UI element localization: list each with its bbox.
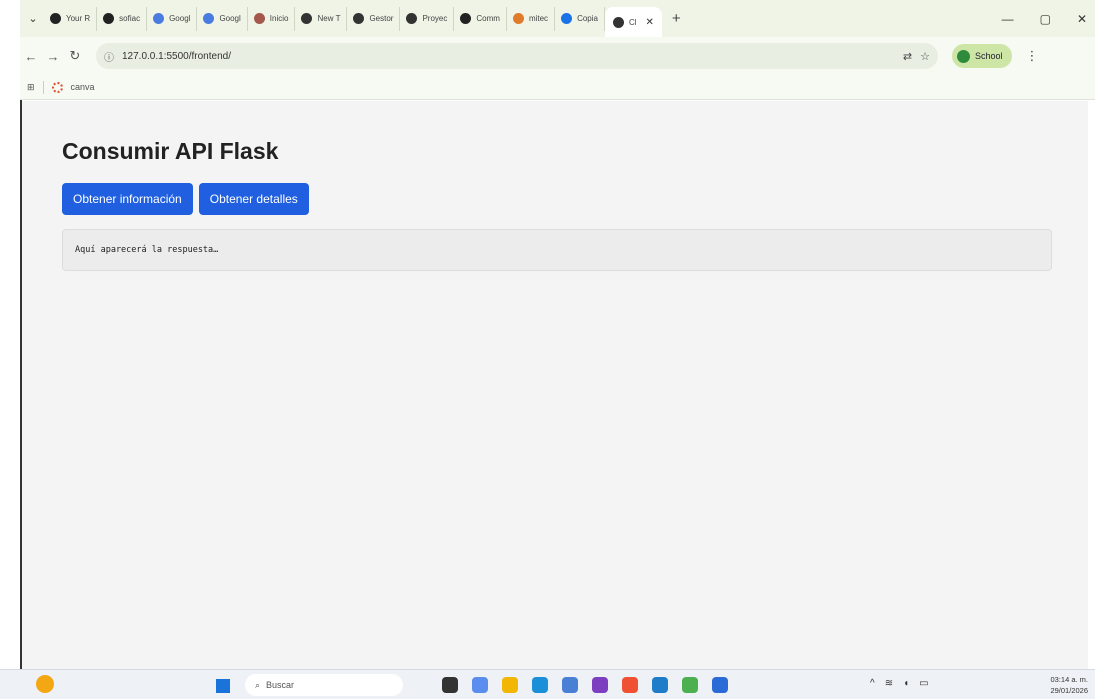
clock[interactable]: 03:14 a. m. 29/01/2026 [1032,674,1088,696]
close-window-icon[interactable]: ✕ [1077,12,1087,26]
back-icon[interactable]: ← [20,49,42,64]
bookmark-star-icon[interactable]: ☆ [920,50,930,63]
site-icon [253,13,265,24]
tab-label: Your R [66,14,91,23]
gemini-icon [203,13,215,24]
wifi-icon[interactable]: ≋ [885,678,893,689]
volume-icon[interactable]: ◖ [903,678,909,689]
tab-label: Cl [628,17,637,27]
vscode-icon[interactable] [652,677,668,693]
tab-10[interactable]: Copia [555,6,605,31]
tab-6[interactable]: Gestor [347,6,401,31]
tab-1[interactable]: sofiac [97,6,148,31]
tab-4[interactable]: Inicio [248,6,296,31]
github-desktop-icon[interactable] [592,677,608,693]
tab-strip: ⌄ Your R sofiac Googl Googl Inicio New T Gesto… [20,0,1095,37]
tab-label: Proyec [422,14,448,23]
tab-label: Gestor [369,14,394,23]
tab-2[interactable]: Googl [147,6,198,31]
divider [42,80,44,94]
address-bar[interactable]: ⓘ 127.0.0.1:5500/frontend/ ⇄ ☆ [96,43,938,69]
tab-label: Comm [476,14,500,23]
edge-icon[interactable] [532,677,548,693]
github-icon [103,13,115,24]
chart-icon [512,13,524,24]
close-tab-icon[interactable]: ✕ [646,17,654,28]
apps-grid-icon[interactable]: ⊞ [27,82,35,93]
tab-5[interactable]: New T [295,6,348,31]
response-box: Aquí aparecerá la respuesta… [62,229,1052,271]
tab-search-icon[interactable]: ⌄ [22,8,44,30]
chatgpt-icon [353,13,365,24]
tab-3[interactable]: Googl [197,6,248,31]
search-icon: ⌕ [255,679,261,690]
battery-icon[interactable]: ▭ [919,678,928,689]
minimize-icon[interactable]: — [1002,12,1014,26]
page-viewport: Consumir API Flask Obtener información O… [22,101,1088,669]
taskbar-search[interactable]: ⌕ Buscar [245,674,403,696]
tab-label: mitec [528,14,549,23]
chrome-icon[interactable] [682,677,698,693]
browser-toolbar: ← → ↻ ⓘ 127.0.0.1:5500/frontend/ ⇄ ☆ Sch… [20,37,1095,75]
start-icon[interactable] [216,679,230,693]
app-icon[interactable] [712,677,728,693]
github-icon [50,13,61,24]
button-row: Obtener información Obtener detalles [62,183,1088,215]
tab-active[interactable]: Cl ✕ [604,7,662,37]
bookmark-canva[interactable]: canva [71,82,95,92]
gemini-icon [153,13,165,24]
avatar [957,49,970,63]
taskbar: ⌕ Buscar ^ ≋ ◖ ▭ 03:14 a. m. 29/01/2026 [0,669,1095,699]
url-text[interactable]: 127.0.0.1:5500/frontend/ [122,51,895,62]
reload-icon[interactable]: ↻ [64,48,86,64]
git-icon[interactable] [622,677,638,693]
tab-9[interactable]: mitec [507,6,556,31]
canva-icon [51,81,63,93]
system-tray: ^ ≋ ◖ ▭ [870,678,929,689]
tab-7[interactable]: Proyec [400,6,455,31]
folder-icon[interactable] [502,677,518,693]
response-text: Aquí aparecerá la respuesta… [75,245,219,255]
get-details-button[interactable]: Obtener detalles [198,183,309,215]
window-controls: — ▢ ✕ [1002,0,1087,37]
github-icon [460,13,472,24]
tab-label: sofiac [119,14,141,23]
page-title: Consumir API Flask [62,138,279,164]
globe-icon [406,13,418,24]
chatgpt-icon [301,13,313,24]
file-explorer-icon[interactable] [442,677,458,693]
get-info-button[interactable]: Obtener información [62,183,193,215]
translate-icon[interactable]: ⇄ [903,50,912,63]
bookmarks-bar: ⊞ canva [20,75,1095,100]
search-placeholder: Buscar [266,680,295,690]
profile-button[interactable]: School [952,44,1012,68]
forward-icon[interactable]: → [42,49,64,64]
weather-icon[interactable] [36,675,54,693]
chevron-up-icon[interactable]: ^ [870,678,875,689]
chatgpt-icon [612,16,624,28]
tab-label: Copia [577,14,598,23]
copilot-icon[interactable] [472,677,488,693]
profile-label: School [975,51,1003,61]
tab-8[interactable]: Comm [454,6,507,31]
clock-date: 29/01/2026 [1050,686,1088,695]
clock-time: 03:14 a. m. [1050,675,1088,684]
left-edge [0,0,20,699]
colab-icon [561,13,573,24]
teams-icon[interactable] [562,677,578,693]
tab-label: Googl [219,14,241,23]
tab-label: Inicio [269,14,289,23]
site-info-icon[interactable]: ⓘ [104,49,114,64]
tab-label: Googl [169,14,191,23]
right-edge [1088,100,1095,669]
restore-icon[interactable]: ▢ [1040,12,1051,26]
menu-icon[interactable]: ⋮ [1026,48,1039,64]
new-tab-button[interactable]: + [672,10,681,27]
tab-0[interactable]: Your R [44,6,98,31]
tab-label: New T [317,14,341,23]
